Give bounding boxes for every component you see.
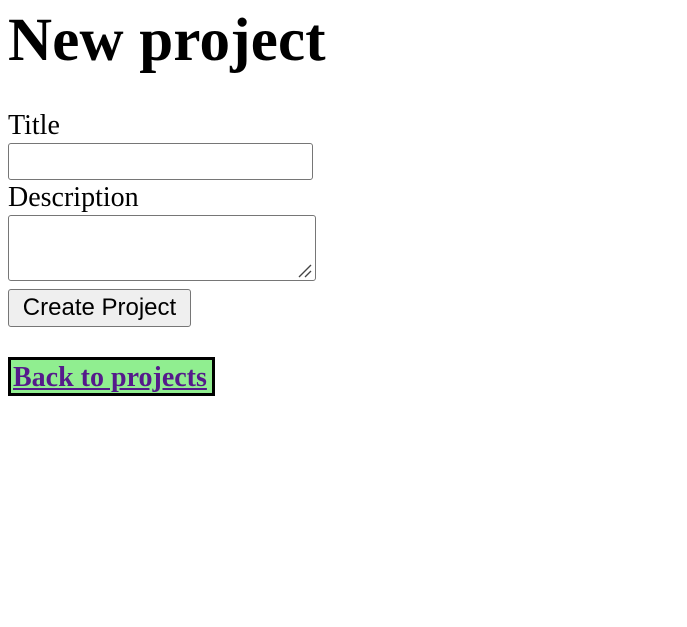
new-project-page: New project Title Description Create Pro… bbox=[0, 0, 687, 627]
title-input[interactable] bbox=[8, 143, 313, 180]
create-project-button[interactable]: Create Project bbox=[8, 289, 191, 327]
description-textarea[interactable] bbox=[8, 215, 316, 281]
page-title: New project bbox=[8, 7, 326, 74]
description-label: Description bbox=[8, 182, 139, 213]
title-label: Title bbox=[8, 110, 60, 141]
back-link-highlight: Back to projects bbox=[8, 357, 215, 396]
back-to-projects-link[interactable]: Back to projects bbox=[13, 360, 207, 396]
